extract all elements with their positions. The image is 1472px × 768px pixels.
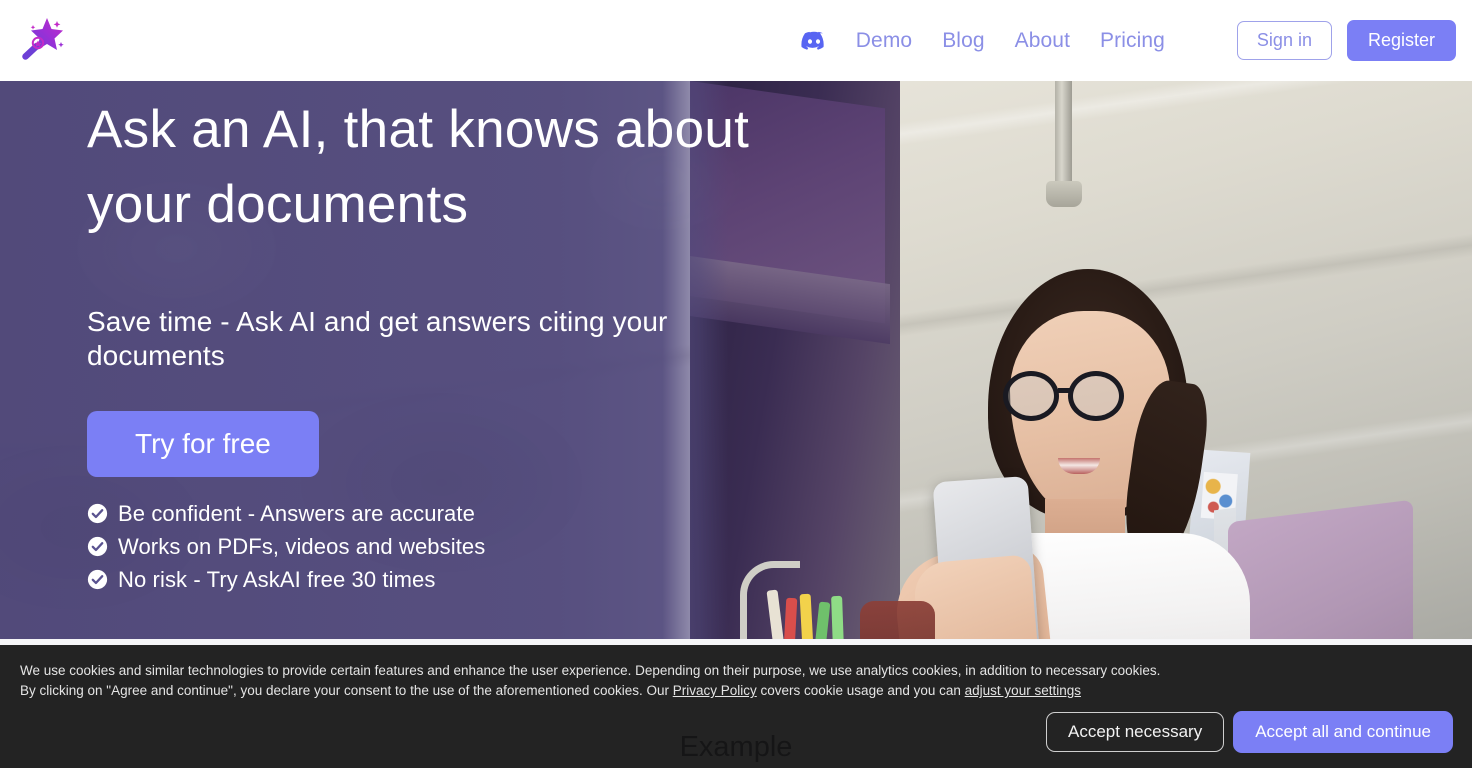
try-for-free-button[interactable]: Try for free (87, 410, 319, 477)
logo-link[interactable] (14, 12, 72, 70)
accept-all-button[interactable]: Accept all and continue (1233, 711, 1453, 753)
bullet-label: Be confident - Answers are accurate (118, 500, 475, 526)
cookie-line-2-part-1: By clicking on "Agree and continue", you… (20, 683, 673, 698)
nav-link-about[interactable]: About (1000, 29, 1085, 53)
site-header: Demo Blog About Pricing Sign in Register (0, 0, 1472, 81)
hero-heading: Ask an AI, that knows about your documen… (87, 100, 750, 235)
hero-subheading: Save time - Ask AI and get answers citin… (87, 305, 668, 372)
page-root: Demo Blog About Pricing Sign in Register (0, 0, 1472, 768)
discord-icon (801, 31, 824, 50)
cookie-line-1: We use cookies and similar technologies … (20, 663, 1161, 678)
hero-bullet-list: Be confident - Answers are accurate Work… (87, 501, 767, 593)
nav-link-blog[interactable]: Blog (927, 29, 999, 53)
primary-nav: Demo Blog About Pricing Sign in Register (801, 20, 1456, 61)
list-item: Works on PDFs, videos and websites (87, 534, 767, 560)
cookie-consent-banner: We use cookies and similar technologies … (0, 645, 1472, 768)
bullet-label: Works on PDFs, videos and websites (118, 533, 486, 559)
adjust-settings-link[interactable]: adjust your settings (965, 683, 1081, 698)
privacy-policy-link[interactable]: Privacy Policy (673, 683, 757, 698)
check-circle-icon (87, 504, 108, 524)
discord-link[interactable] (801, 28, 841, 54)
header-actions: Sign in Register (1236, 20, 1456, 61)
list-item: Be confident - Answers are accurate (87, 501, 767, 527)
list-item: No risk - Try AskAI free 30 times (87, 567, 767, 593)
cookie-line-2-part-2: covers cookie usage and you can (756, 683, 965, 698)
check-circle-icon (87, 537, 108, 557)
sign-in-button[interactable]: Sign in (1236, 21, 1332, 60)
hero-content: Ask an AI, that knows about your documen… (87, 81, 767, 593)
hero-section: Ask an AI, that knows about your documen… (0, 81, 1472, 639)
nav-link-pricing[interactable]: Pricing (1085, 29, 1180, 53)
magic-wand-icon (22, 17, 64, 60)
bullet-label: No risk - Try AskAI free 30 times (118, 566, 436, 592)
accept-necessary-button[interactable]: Accept necessary (1046, 712, 1225, 752)
cookie-banner-actions: Accept necessary Accept all and continue (1046, 711, 1453, 753)
register-button[interactable]: Register (1346, 20, 1456, 61)
nav-link-demo[interactable]: Demo (841, 29, 927, 53)
cookie-banner-text: We use cookies and similar technologies … (20, 661, 1200, 701)
check-circle-icon (87, 570, 108, 590)
